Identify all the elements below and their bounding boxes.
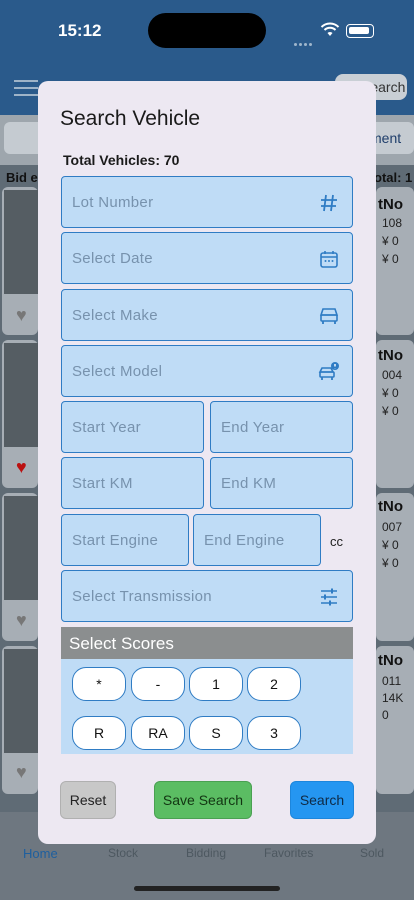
bid-label: Bid e: [6, 170, 38, 185]
score-chip[interactable]: R: [72, 716, 126, 750]
date-field[interactable]: [61, 232, 353, 284]
end-year-field[interactable]: [210, 401, 353, 453]
score-chip[interactable]: 3: [247, 716, 301, 750]
end-engine-field[interactable]: [193, 514, 321, 566]
scores-heading: Select Scores: [61, 627, 353, 659]
lot-number-input[interactable]: [62, 177, 352, 227]
card-line: 004: [382, 368, 403, 382]
start-engine-field[interactable]: [61, 514, 189, 566]
card-line: 011: [382, 674, 402, 688]
lot-no-label: tNo: [378, 347, 403, 364]
tab-bidding[interactable]: Bidding: [186, 846, 226, 860]
date-input[interactable]: [62, 233, 352, 283]
lot-no-label: tNo: [378, 196, 403, 213]
card-line: ¥ 0: [382, 234, 399, 248]
lot-no-label: tNo: [378, 652, 403, 669]
favorite-heart-icon[interactable]: ♥: [16, 610, 27, 631]
engine-unit-label: cc: [330, 534, 343, 549]
lot-no-label: tNo: [378, 498, 403, 515]
end-engine-input[interactable]: [194, 515, 320, 565]
search-vehicle-modal: Search Vehicle Total Vehicles: 70 Lot Nu…: [38, 81, 376, 844]
search-button[interactable]: Search: [290, 781, 354, 819]
dynamic-island: [148, 13, 266, 48]
tab-sold[interactable]: Sold: [360, 846, 384, 860]
favorite-heart-icon[interactable]: ♥: [16, 305, 27, 326]
total-label: otal: 1: [374, 170, 413, 185]
favorite-heart-icon[interactable]: ♥: [16, 457, 27, 478]
card-line: 14K: [382, 691, 404, 705]
score-chip[interactable]: S: [189, 716, 243, 750]
card-line: ¥ 0: [382, 538, 399, 552]
battery-icon: [346, 24, 374, 38]
modal-title: Search Vehicle: [60, 107, 201, 130]
model-input[interactable]: [62, 346, 352, 396]
transmission-field[interactable]: [61, 570, 353, 622]
transmission-input[interactable]: [62, 571, 352, 621]
strip-right-button[interactable]: ment: [370, 122, 414, 154]
model-field[interactable]: [61, 345, 353, 397]
card-line: ¥ 0: [382, 404, 399, 418]
start-km-input[interactable]: [62, 458, 203, 508]
vehicle-photo: [4, 496, 38, 600]
sliders-icon: [321, 588, 337, 606]
card-line: ¥ 0: [382, 252, 399, 266]
score-chip[interactable]: -: [131, 667, 185, 701]
lot-number-field[interactable]: [61, 176, 353, 228]
card-line: ¥ 0: [382, 556, 399, 570]
score-chip[interactable]: *: [72, 667, 126, 701]
reset-button[interactable]: Reset: [60, 781, 116, 819]
vehicle-photo: [4, 649, 38, 753]
favorite-heart-icon[interactable]: ♥: [16, 762, 27, 783]
end-year-input[interactable]: [211, 402, 352, 452]
status-bar: 15:12: [0, 0, 414, 60]
home-indicator: [134, 886, 280, 891]
tab-favorites[interactable]: Favorites: [264, 846, 313, 860]
hamburger-menu-icon[interactable]: [14, 80, 38, 96]
score-chip[interactable]: RA: [131, 716, 185, 750]
car-info-icon: [318, 362, 339, 380]
card-line: ¥ 0: [382, 386, 399, 400]
total-vehicles-label: Total Vehicles: 70: [63, 152, 180, 168]
hash-icon: [321, 194, 337, 212]
save-search-button[interactable]: Save Search: [154, 781, 252, 819]
card-line: 108: [382, 216, 403, 230]
start-year-field[interactable]: [61, 401, 204, 453]
card-line: 0: [382, 708, 389, 722]
start-engine-input[interactable]: [62, 515, 188, 565]
status-time: 15:12: [58, 21, 102, 40]
wifi-icon: [320, 22, 340, 36]
score-chip[interactable]: 1: [189, 667, 243, 701]
start-km-field[interactable]: [61, 457, 204, 509]
make-input[interactable]: [62, 290, 352, 340]
card-line: 007: [382, 520, 403, 534]
end-km-field[interactable]: [210, 457, 353, 509]
cellular-signal-icon: [294, 33, 316, 46]
vehicle-photo: [4, 343, 38, 447]
end-km-input[interactable]: [211, 458, 352, 508]
tab-home[interactable]: Home: [23, 846, 58, 861]
scores-grid: * - 1 2 R RA S 3: [61, 659, 353, 754]
car-icon: [319, 308, 339, 324]
vehicle-photo: [4, 190, 38, 294]
score-chip[interactable]: 2: [247, 667, 301, 701]
tab-stock[interactable]: Stock: [108, 846, 138, 860]
calendar-icon: [320, 251, 338, 268]
make-field[interactable]: [61, 289, 353, 341]
start-year-input[interactable]: [62, 402, 203, 452]
